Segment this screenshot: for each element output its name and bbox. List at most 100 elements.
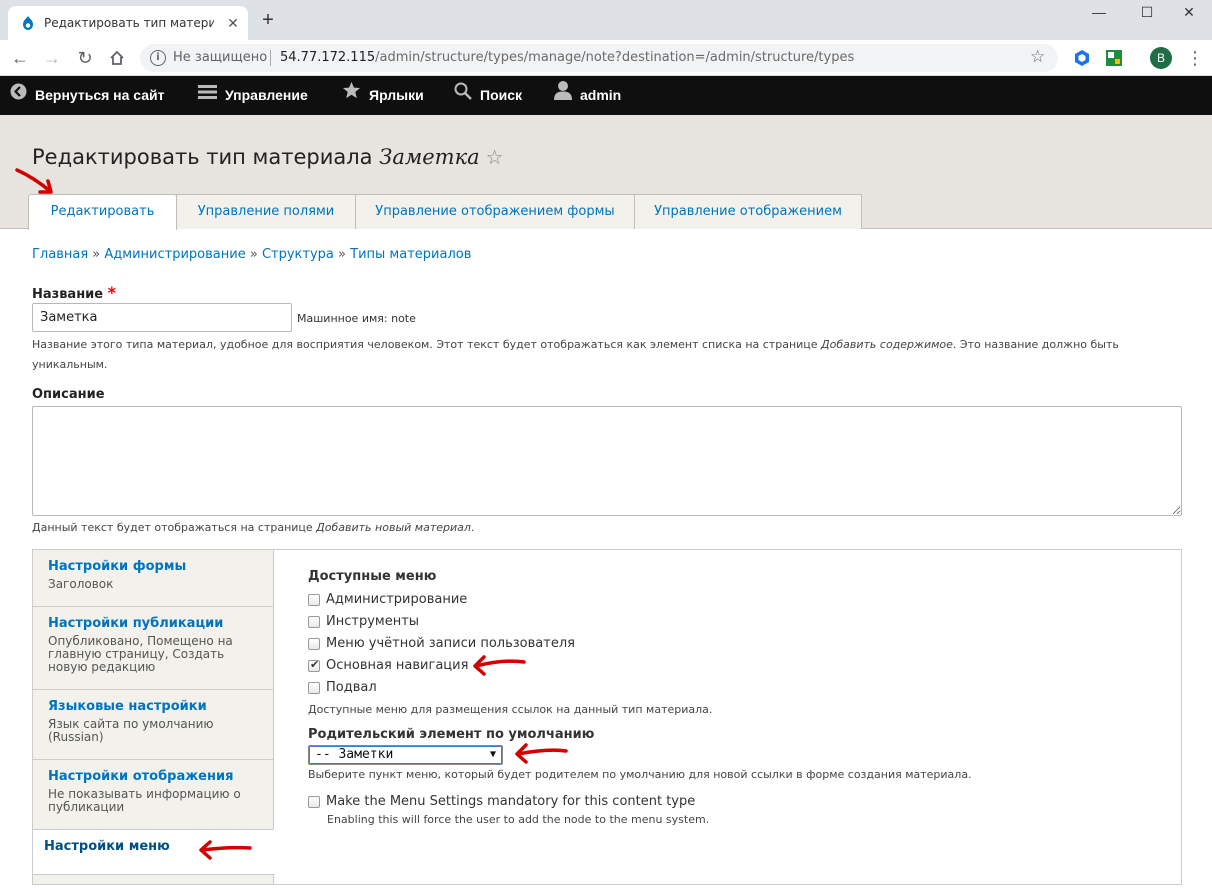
back-to-site-link[interactable]: Вернуться на сайт xyxy=(10,76,165,115)
minimize-icon[interactable]: — xyxy=(1076,2,1122,24)
checkbox[interactable] xyxy=(308,593,320,606)
back-icon[interactable]: ← xyxy=(8,46,32,70)
admin-toolbar: Вернуться на сайт Управление Ярлыки Поис… xyxy=(0,76,1212,115)
vtab-title: Языковые настройки xyxy=(48,699,207,714)
checkbox-label: Администрирование xyxy=(326,592,468,607)
annotation-arrow-icon xyxy=(15,168,53,194)
vtab-title: Настройки формы xyxy=(48,559,187,574)
vtab-title: Настройки публикации xyxy=(48,616,224,631)
name-label-text: Название xyxy=(32,287,104,302)
available-menus-label: Доступные меню xyxy=(308,569,437,584)
vtab-language[interactable]: Языковые настройки Язык сайта по умолчан… xyxy=(33,690,274,760)
shortcuts-link[interactable]: Ярлыки xyxy=(342,76,424,115)
checkbox[interactable] xyxy=(308,681,320,694)
menu-checkbox-tools[interactable]: Инструменты xyxy=(308,614,419,629)
bookmark-star-icon[interactable]: ☆ xyxy=(1030,47,1045,67)
parent-item-select[interactable]: -- Заметки ▼ xyxy=(308,745,503,765)
url-text[interactable]: 54.77.172.115/admin/structure/types/mana… xyxy=(280,50,854,65)
menu-checkbox-main[interactable]: Основная навигация xyxy=(308,658,468,673)
profile-avatar[interactable]: B xyxy=(1150,47,1172,69)
vtab-summary: Опубликовано, Помещено на главную страни… xyxy=(48,634,233,674)
select-caret-icon: ▼ xyxy=(489,749,496,760)
tab-edit[interactable]: Редактировать xyxy=(28,194,177,230)
name-label: Название * xyxy=(32,283,116,302)
search-label: Поиск xyxy=(480,87,523,103)
vtab-title: Настройки отображения xyxy=(48,769,234,784)
window-close-icon[interactable]: ✕ xyxy=(1166,2,1212,24)
breadcrumb: Главная » Администрирование » Структура … xyxy=(32,247,471,262)
breadcrumb-separator: » xyxy=(92,247,101,262)
breadcrumb-admin[interactable]: Администрирование xyxy=(104,247,245,262)
info-icon[interactable]: i xyxy=(150,50,166,66)
new-tab-icon[interactable]: + xyxy=(258,10,278,30)
parent-item-value: -- Заметки xyxy=(315,747,394,762)
tab-manage-fields[interactable]: Управление полями xyxy=(176,194,356,229)
menu-checkbox-admin[interactable]: Администрирование xyxy=(308,592,467,607)
vertical-tabs-menu: Настройки формы Заголовок Настройки публ… xyxy=(33,550,275,884)
forward-icon[interactable]: → xyxy=(40,46,64,70)
checkbox-label: Меню учётной записи пользователя xyxy=(326,636,575,651)
maximize-icon[interactable]: ☐ xyxy=(1124,2,1170,24)
checkbox-label: Подвал xyxy=(326,680,377,695)
insecure-label: Не защищено xyxy=(173,50,268,65)
address-bar[interactable]: i Не защищено 54.77.172.115/admin/struct… xyxy=(140,44,1058,72)
extension-hexagon-icon[interactable] xyxy=(1073,49,1091,67)
breadcrumb-home[interactable]: Главная xyxy=(32,247,88,262)
vtab-publishing[interactable]: Настройки публикации Опубликовано, Помещ… xyxy=(33,607,274,690)
search-link[interactable]: Поиск xyxy=(454,76,522,115)
drupal-favicon-icon xyxy=(23,16,33,30)
annotation-arrow-icon xyxy=(473,655,526,676)
browser-tab-title: Редактировать тип материала З xyxy=(44,16,214,30)
tab-close-icon[interactable]: ✕ xyxy=(224,14,242,32)
browser-tab[interactable]: Редактировать тип материала З ✕ xyxy=(8,6,248,40)
user-link[interactable]: admin xyxy=(554,76,621,115)
mandatory-desc: Enabling this will force the user to add… xyxy=(327,813,710,826)
required-mark: * xyxy=(107,283,117,302)
menu-checkbox-footer[interactable]: Подвал xyxy=(308,680,377,695)
mandatory-checkbox-row[interactable]: Make the Menu Settings mandatory for thi… xyxy=(308,794,695,809)
desc-help-post: . xyxy=(470,521,475,534)
page-header: Редактировать тип материала Заметка ☆ Ред… xyxy=(0,115,1212,230)
name-desc-pre: Название этого типа материал, удобное дл… xyxy=(32,338,822,351)
reload-icon[interactable]: ↻ xyxy=(73,46,97,70)
vertical-tabs: Настройки формы Заголовок Настройки публ… xyxy=(32,549,1182,885)
description-help: Данный текст будет отображаться на стран… xyxy=(32,518,1192,538)
url-host: 54.77.172.115 xyxy=(280,50,376,65)
user-icon xyxy=(554,76,572,115)
checkbox-label: Основная навигация xyxy=(326,658,469,673)
primary-tabs: Редактировать Управление полями Управлен… xyxy=(28,194,862,230)
vtab-form-settings[interactable]: Настройки формы Заголовок xyxy=(33,550,274,607)
menu-checkbox-account[interactable]: Меню учётной записи пользователя xyxy=(308,636,575,651)
available-menus-desc: Доступные меню для размещения ссылок на … xyxy=(308,703,713,716)
tab-manage-form-display[interactable]: Управление отображением формы xyxy=(355,194,635,229)
browser-menu-icon[interactable]: ⋮ xyxy=(1186,46,1204,70)
manage-link[interactable]: Управление xyxy=(198,76,308,115)
breadcrumb-content-types[interactable]: Типы материалов xyxy=(350,247,471,262)
browser-tabstrip: Редактировать тип материала З ✕ + — ☐ ✕ xyxy=(0,0,1212,40)
home-icon[interactable] xyxy=(105,46,129,70)
vtab-summary: Заголовок xyxy=(48,577,114,591)
desc-help-pre: Данный текст будет отображаться на стран… xyxy=(32,521,317,534)
omnibox-divider xyxy=(270,50,271,66)
vtab-summary: Язык сайта по умолчанию (Russian) xyxy=(48,717,214,744)
name-input[interactable]: Заметка xyxy=(32,303,292,332)
checkbox[interactable] xyxy=(308,637,320,650)
page-title-name: Заметка xyxy=(379,145,480,169)
name-description: Название этого типа материал, удобное дл… xyxy=(32,335,1192,375)
parent-item-desc: Выберите пункт меню, который будет родит… xyxy=(308,768,972,781)
checkbox-checked[interactable] xyxy=(308,658,320,672)
back-circle-icon xyxy=(10,76,27,115)
back-to-site-label: Вернуться на сайт xyxy=(35,87,165,103)
shortcut-star-icon[interactable]: ☆ xyxy=(486,145,504,169)
user-label: admin xyxy=(580,87,622,103)
page-title-prefix: Редактировать тип материала xyxy=(32,145,373,169)
checkbox[interactable] xyxy=(308,615,320,628)
extension-sheets-icon[interactable] xyxy=(1105,49,1123,67)
tab-manage-display[interactable]: Управление отображением xyxy=(634,194,862,229)
description-textarea[interactable] xyxy=(32,406,1182,516)
vtab-display[interactable]: Настройки отображения Не показывать инфо… xyxy=(33,760,274,830)
hamburger-icon xyxy=(198,76,217,115)
breadcrumb-structure[interactable]: Структура xyxy=(262,247,334,262)
checkbox[interactable] xyxy=(308,795,320,808)
mandatory-label: Make the Menu Settings mandatory for thi… xyxy=(326,794,696,809)
